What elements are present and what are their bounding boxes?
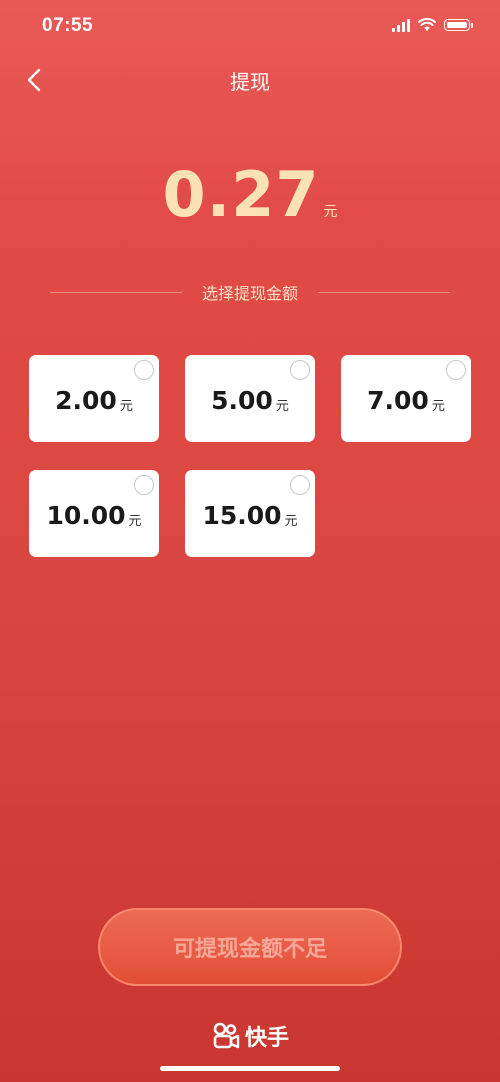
amount-option-2[interactable]: 2.00 元	[29, 355, 159, 442]
withdraw-button[interactable]: 可提现金额不足	[98, 908, 402, 986]
amount-option-7[interactable]: 7.00 元	[341, 355, 471, 442]
amount-value: 15.00	[202, 501, 282, 530]
amount-unit: 元	[119, 399, 133, 414]
amount-unit: 元	[275, 399, 289, 414]
status-icons	[392, 18, 473, 32]
amount-unit: 元	[284, 514, 298, 529]
amount-value: 10.00	[46, 501, 126, 530]
amount-option-15[interactable]: 15.00 元	[185, 470, 315, 557]
status-time: 07:55	[42, 15, 94, 36]
amount-option-5[interactable]: 5.00 元	[185, 355, 315, 442]
amount-unit: 元	[128, 514, 142, 529]
amount-value: 2.00	[55, 386, 117, 415]
amount-unit: 元	[431, 399, 445, 414]
status-bar: 07:55	[0, 0, 500, 54]
kuaishou-logo-icon	[213, 1022, 240, 1049]
amount-option-text: 2.00 元	[29, 355, 159, 442]
amount-value: 5.00	[211, 386, 273, 415]
balance-amount: 0.27	[162, 158, 320, 231]
balance-unit: 元	[323, 204, 338, 220]
amount-option-text: 15.00 元	[185, 470, 315, 557]
balance-display: 0.27 元	[0, 158, 500, 231]
brand-footer: 快手	[0, 1020, 500, 1052]
section-label: 选择提现金额	[202, 284, 299, 303]
divider-right	[318, 291, 451, 293]
nav-bar: 提现	[0, 54, 500, 106]
wifi-icon	[418, 18, 436, 31]
amount-value: 7.00	[367, 386, 429, 415]
amount-option-text: 5.00 元	[185, 355, 315, 442]
section-header: 选择提现金额	[50, 280, 451, 304]
brand-name: 快手	[244, 1026, 289, 1051]
withdraw-button-label: 可提现金额不足	[172, 937, 327, 962]
cellular-signal-icon	[392, 18, 410, 32]
battery-icon	[444, 19, 473, 31]
page-title: 提现	[230, 70, 270, 94]
home-indicator[interactable]	[160, 1066, 340, 1071]
divider-left	[50, 291, 182, 293]
amount-option-10[interactable]: 10.00 元	[29, 470, 159, 557]
amount-option-text: 7.00 元	[341, 355, 471, 442]
amount-option-text: 10.00 元	[29, 470, 159, 557]
